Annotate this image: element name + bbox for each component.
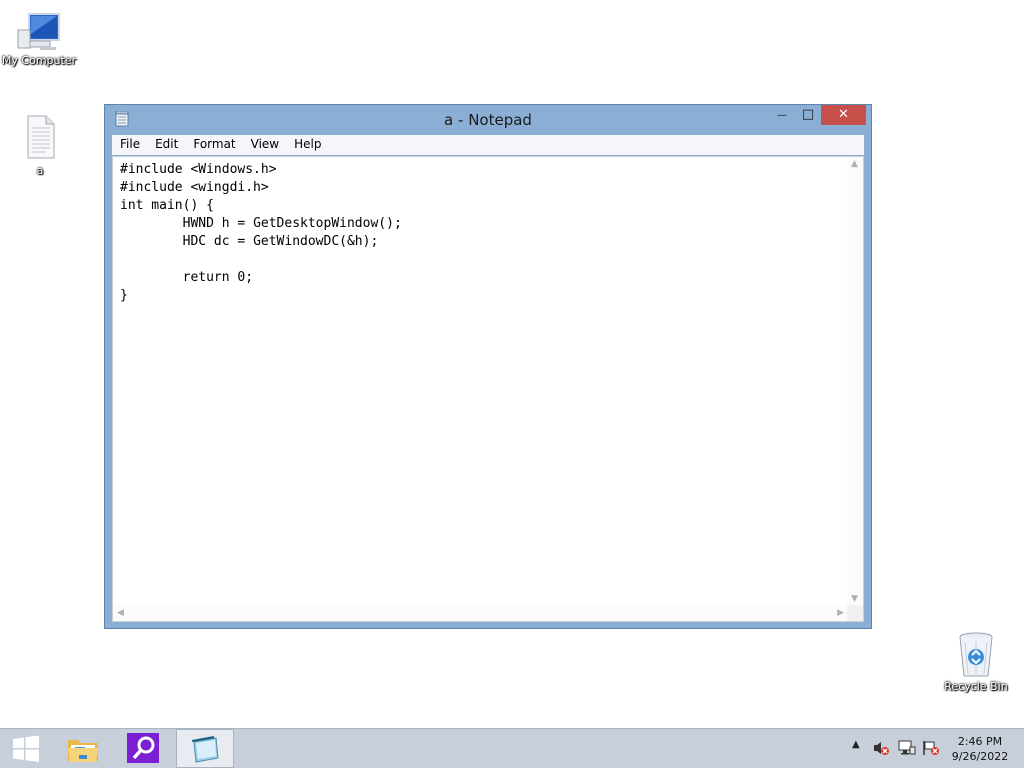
scroll-left-icon[interactable]: ◀ — [117, 608, 124, 618]
taskbar-search[interactable] — [116, 729, 172, 768]
show-hidden-icons-icon[interactable]: ▲ — [852, 739, 860, 750]
clock-date: 9/26/2022 — [951, 750, 1009, 763]
minimize-button[interactable]: — — [769, 105, 795, 125]
computer-icon — [17, 13, 60, 50]
system-clock[interactable]: 2:46 PM 9/26/2022 — [948, 734, 1012, 764]
desktop-icon-a[interactable]: a — [14, 114, 66, 177]
recycle-bin-icon — [959, 632, 993, 677]
maximize-icon: □ — [801, 107, 815, 122]
window-title: a - Notepad — [444, 111, 532, 129]
menu-bar: File Edit Format View Help — [112, 135, 864, 155]
desktop-icon-recycle-bin[interactable]: Recycle Bin — [940, 630, 1012, 693]
scroll-down-icon[interactable]: ▼ — [851, 594, 858, 604]
action-center-flag-icon[interactable] — [922, 740, 940, 756]
scrollbar-corner — [847, 605, 863, 621]
title-bar[interactable]: a - Notepad — □ ✕ — [105, 105, 871, 135]
minimize-icon: — — [777, 110, 787, 121]
menu-view[interactable]: View — [243, 135, 286, 155]
menu-file[interactable]: File — [112, 135, 147, 155]
maximize-button[interactable]: □ — [795, 105, 821, 125]
search-icon — [127, 733, 159, 763]
taskbar-file-explorer[interactable] — [56, 729, 112, 768]
text-editor[interactable]: #include <Windows.h> #include <wingdi.h>… — [112, 156, 864, 622]
taskbar: ▲ 2:46 PM 9/26/2022 — [0, 728, 1024, 768]
notepad-window[interactable]: a - Notepad — □ ✕ File Edit Format View Help… — [104, 104, 872, 629]
text-file-icon — [27, 115, 55, 159]
desktop-icon-my-computer[interactable]: My Computer — [0, 8, 78, 67]
start-button[interactable] — [0, 729, 52, 768]
menu-format[interactable]: Format — [185, 135, 242, 155]
notepad-icon — [191, 736, 219, 763]
vertical-scrollbar[interactable]: ▲ ▼ — [847, 157, 863, 606]
editor-content[interactable]: #include <Windows.h> #include <wingdi.h>… — [120, 161, 402, 305]
network-icon[interactable] — [898, 740, 916, 756]
close-icon: ✕ — [838, 107, 849, 122]
close-button[interactable]: ✕ — [821, 105, 866, 125]
clock-time: 2:46 PM — [957, 735, 1003, 748]
desktop-icon-label: My Computer — [1, 54, 77, 67]
menu-help[interactable]: Help — [286, 135, 328, 155]
scroll-right-icon[interactable]: ▶ — [837, 608, 844, 618]
folder-icon — [68, 740, 98, 762]
menu-edit[interactable]: Edit — [147, 135, 185, 155]
volume-muted-icon[interactable] — [872, 740, 890, 756]
taskbar-notepad[interactable] — [176, 729, 234, 768]
horizontal-scrollbar[interactable]: ◀ ▶ — [113, 605, 848, 621]
desktop-icon-label: Recycle Bin — [944, 680, 1008, 693]
scroll-up-icon[interactable]: ▲ — [851, 159, 858, 169]
windows-logo-icon — [13, 735, 39, 762]
desktop-icon-label: a — [36, 164, 44, 177]
